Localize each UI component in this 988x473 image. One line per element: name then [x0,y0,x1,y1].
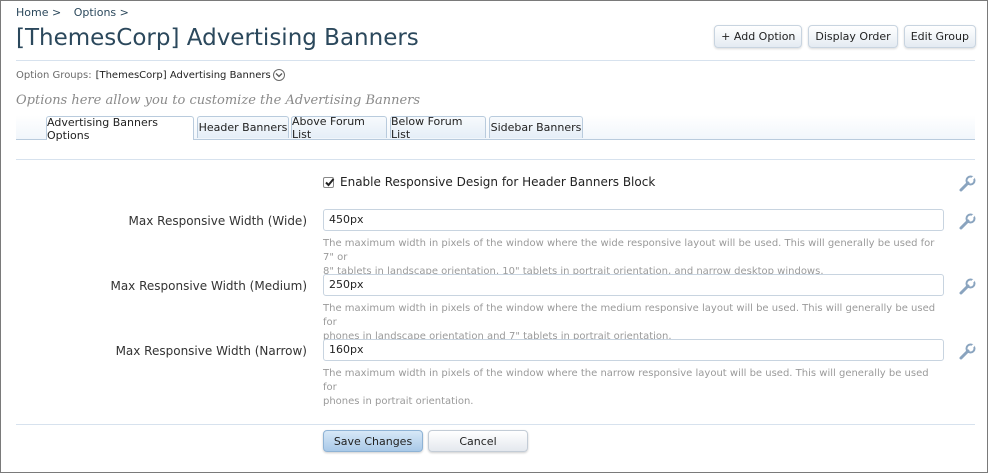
wide-width-explain-line-1: The maximum width in pixels of the windo… [323,238,935,263]
medium-width-explain-line-1: The maximum width in pixels of the windo… [323,303,936,328]
form-bottom-divider [16,424,975,425]
narrow-width-explain-line-2: phones in portrait orientation. [323,396,474,407]
narrow-width-input[interactable]: 160px [323,339,944,361]
tab-below-forum-list[interactable]: Below Forum List [390,115,486,141]
checkmark-icon [325,177,335,186]
header-divider [16,60,975,61]
wrench-icon[interactable] [958,213,976,231]
wide-width-explain: The maximum width in pixels of the windo… [323,237,943,279]
display-order-button[interactable]: Display Order [808,25,898,48]
breadcrumb-options[interactable]: Options > [74,6,129,19]
narrow-width-explain-line-1: The maximum width in pixels of the windo… [323,368,929,393]
edit-group-button[interactable]: Edit Group [903,25,976,48]
add-option-button[interactable]: + Add Option [714,25,803,48]
form-top-divider [16,159,975,160]
options-page: Home > Options > [ThemesCorp] Advertisin… [0,0,988,473]
medium-width-input[interactable]: 250px [323,274,944,296]
narrow-width-label: Max Responsive Width (Narrow) [115,344,307,358]
top-toolbar: + Add Option Display Order Edit Group [714,25,976,48]
option-groups-selector[interactable]: Option Groups: [ThemesCorp] Advertising … [16,69,285,81]
medium-width-label: Max Responsive Width (Medium) [110,279,307,293]
wrench-icon[interactable] [958,175,976,193]
option-groups-value[interactable]: [ThemesCorp] Advertising Banners [96,70,271,81]
responsive-design-label[interactable]: Enable Responsive Design for Header Bann… [340,175,655,189]
chevron-down-icon[interactable] [272,69,285,81]
tab-header-banners[interactable]: Header Banners [197,116,289,138]
intro-text: Options here allow you to customize the … [16,93,421,108]
wrench-icon[interactable] [958,278,976,296]
responsive-design-checkbox[interactable] [323,176,335,188]
breadcrumb: Home > Options > [16,6,138,19]
responsive-design-option: Enable Responsive Design for Header Bann… [323,175,655,189]
option-groups-label: Option Groups: [16,69,92,81]
tab-bar: Advertising Banners Options Header Banne… [16,115,975,142]
wrench-icon[interactable] [958,343,976,361]
tab-above-forum-list[interactable]: Above Forum List [291,115,387,141]
save-changes-button[interactable]: Save Changes [323,430,423,452]
medium-width-explain: The maximum width in pixels of the windo… [323,302,943,344]
tab-sidebar-banners[interactable]: Sidebar Banners [489,116,583,138]
cancel-button[interactable]: Cancel [428,430,528,452]
page-title: [ThemesCorp] Advertising Banners [16,25,419,51]
breadcrumb-home[interactable]: Home > [16,6,61,19]
wide-width-input[interactable]: 450px [323,209,944,231]
narrow-width-explain: The maximum width in pixels of the windo… [323,367,943,409]
tab-advertising-banners-options[interactable]: Advertising Banners Options [46,116,194,142]
form-actions: Save Changes Cancel [323,430,528,452]
wide-width-label: Max Responsive Width (Wide) [128,214,307,228]
